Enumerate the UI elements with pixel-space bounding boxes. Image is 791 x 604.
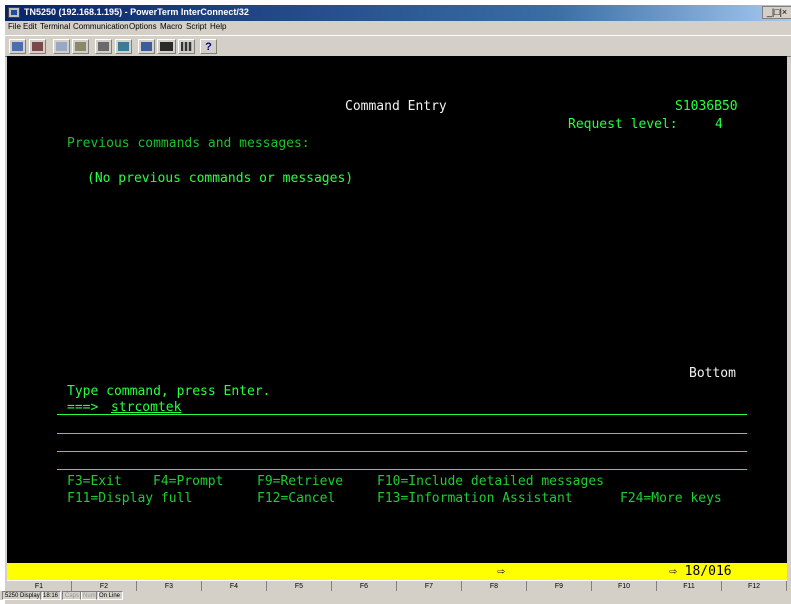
status-online: On Line: [96, 591, 124, 600]
menu-file[interactable]: File: [8, 22, 21, 31]
help-icon[interactable]: ?: [200, 39, 217, 54]
fkey-f10-include[interactable]: F10=Include detailed messages: [377, 474, 604, 489]
screen-heading: Command Entry: [345, 99, 447, 114]
status-bar: 5250 Display 18:16 Caps Num On Line: [0, 591, 787, 600]
command-line-2[interactable]: [57, 433, 747, 434]
system-name: S1036B50: [675, 99, 738, 114]
request-level-label: Request level:: [568, 117, 678, 132]
copy-icon[interactable]: [53, 39, 70, 54]
status-mode: 5250 Display: [2, 591, 43, 600]
status-caps: Caps: [62, 591, 83, 600]
fkey-f13-info-assistant[interactable]: F13=Information Assistant: [377, 491, 573, 506]
fkey-f12-cancel[interactable]: F12=Cancel: [257, 491, 335, 506]
disconnect-icon[interactable]: [29, 39, 46, 54]
previous-commands-label: Previous commands and messages:: [67, 136, 310, 151]
menu-help[interactable]: Help: [210, 22, 226, 31]
command-line-4[interactable]: [57, 469, 747, 470]
app-icon[interactable]: [8, 7, 20, 18]
menu-macro[interactable]: Macro: [160, 22, 182, 31]
session-icon[interactable]: [138, 39, 155, 54]
cursor-position: ⇨ 18/016: [669, 564, 732, 579]
printer-setup-icon[interactable]: [115, 39, 132, 54]
fkey-f4-prompt[interactable]: F4=Prompt: [153, 474, 223, 489]
menu-options[interactable]: Options: [129, 22, 157, 31]
command-prompt-arrow: ===>: [67, 400, 99, 415]
menu-edit[interactable]: Edit: [23, 22, 37, 31]
operator-info-area: ⇨ ⇨ 18/016: [7, 563, 787, 580]
menu-terminal[interactable]: Terminal: [40, 22, 70, 31]
toolbar: ?: [5, 35, 791, 57]
command-line-3[interactable]: [57, 451, 747, 452]
menu-communication[interactable]: Communication: [73, 22, 129, 31]
status-time: 18:16: [40, 591, 62, 600]
function-key-bar: F1 F2 F3 F4 F5 F6 F7 F8 F9 F10 F11 F12: [7, 580, 787, 592]
paste-icon[interactable]: [72, 39, 89, 54]
request-level-value: 4: [715, 117, 723, 132]
menu-bar: File Edit Terminal Communication Options…: [5, 21, 791, 34]
command-input[interactable]: strcomtek: [111, 400, 181, 415]
grid-icon[interactable]: [178, 39, 195, 54]
fkey-f24-more-keys[interactable]: F24=More keys: [620, 491, 722, 506]
keyboard-icon[interactable]: [157, 39, 176, 54]
command-line-1[interactable]: [57, 414, 747, 415]
status-arrow-icon: ⇨: [497, 564, 505, 579]
window-controls[interactable]: _|□|×: [762, 6, 791, 19]
menu-script[interactable]: Script: [186, 22, 206, 31]
bottom-indicator: Bottom: [689, 366, 736, 381]
print-icon[interactable]: [95, 39, 112, 54]
title-bar[interactable]: TN5250 (192.168.1.195) - PowerTerm Inter…: [5, 5, 791, 21]
connect-icon[interactable]: [9, 39, 26, 54]
terminal-screen[interactable]: Command Entry S1036B50 Request level: 4 …: [7, 56, 787, 563]
fkey-f3-exit[interactable]: F3=Exit: [67, 474, 122, 489]
fkey-f9-retrieve[interactable]: F9=Retrieve: [257, 474, 343, 489]
fkey-f11-display-full[interactable]: F11=Display full: [67, 491, 192, 506]
command-instruction: Type command, press Enter.: [67, 384, 271, 399]
window-title: TN5250 (192.168.1.195) - PowerTerm Inter…: [24, 7, 249, 17]
no-previous-message: (No previous commands or messages): [87, 171, 354, 186]
